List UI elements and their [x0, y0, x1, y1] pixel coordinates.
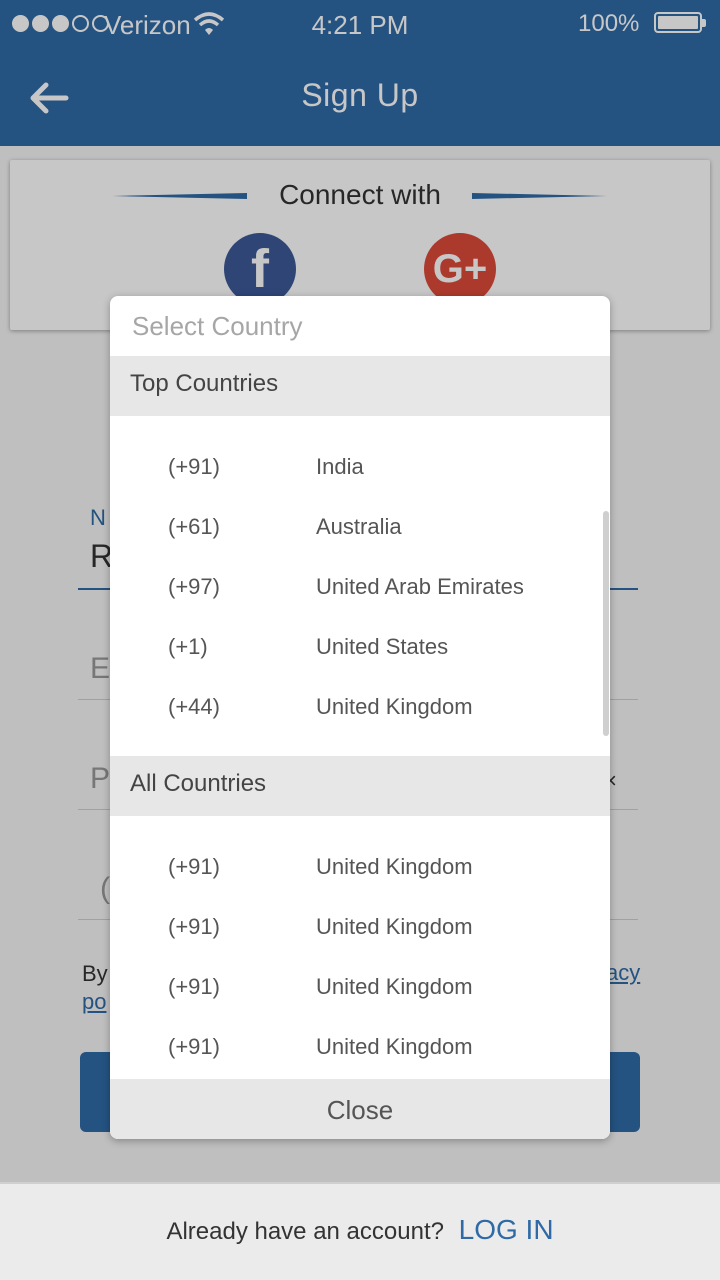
country-row-australia[interactable]: (+61) Australia [110, 514, 610, 574]
dialog-title: Select Country [132, 311, 303, 341]
country-name: India [316, 454, 364, 479]
country-code: (+61) [168, 514, 220, 539]
country-code: (+97) [168, 574, 220, 599]
country-code: (+91) [168, 974, 220, 999]
country-name: United Kingdom [316, 854, 473, 879]
country-name: United Kingdom [316, 914, 473, 939]
country-code: (+44) [168, 694, 220, 719]
country-row-united-states[interactable]: (+1) United States [110, 634, 610, 694]
country-row-uae[interactable]: (+97) United Arab Emirates [110, 574, 610, 634]
select-country-dialog: Select Country Top Countries (+91) India… [110, 296, 610, 1139]
country-code: (+91) [168, 914, 220, 939]
country-row-india[interactable]: (+91) India [110, 454, 610, 514]
close-button-label: Close [326, 1095, 394, 1125]
login-link[interactable]: LOG IN [459, 1214, 554, 1245]
country-row[interactable]: (+91) United Kingdom [110, 914, 610, 974]
country-row-united-kingdom[interactable]: (+44) United Kingdom [110, 694, 610, 754]
country-name: United Arab Emirates [316, 574, 524, 599]
country-code: (+91) [168, 854, 220, 879]
country-code: (+91) [168, 454, 220, 479]
country-name: United Kingdom [316, 694, 473, 719]
close-button[interactable]: Close [110, 1079, 610, 1139]
scrollbar[interactable] [603, 511, 609, 736]
country-name: United Kingdom [316, 1034, 473, 1059]
footer-text: Already have an account? [166, 1218, 444, 1245]
country-code: (+91) [168, 1034, 220, 1059]
country-row[interactable]: (+91) United Kingdom [110, 974, 610, 1034]
country-name: Australia [316, 514, 402, 539]
footer: Already have an account? LOG IN [0, 1182, 720, 1280]
country-name: United States [316, 634, 449, 659]
country-row[interactable]: (+91) United Kingdom [110, 854, 610, 914]
top-countries-header: Top Countries [110, 356, 610, 416]
country-code: (+1) [168, 634, 208, 659]
all-countries-header: All Countries [110, 756, 610, 816]
country-name: United Kingdom [316, 974, 473, 999]
